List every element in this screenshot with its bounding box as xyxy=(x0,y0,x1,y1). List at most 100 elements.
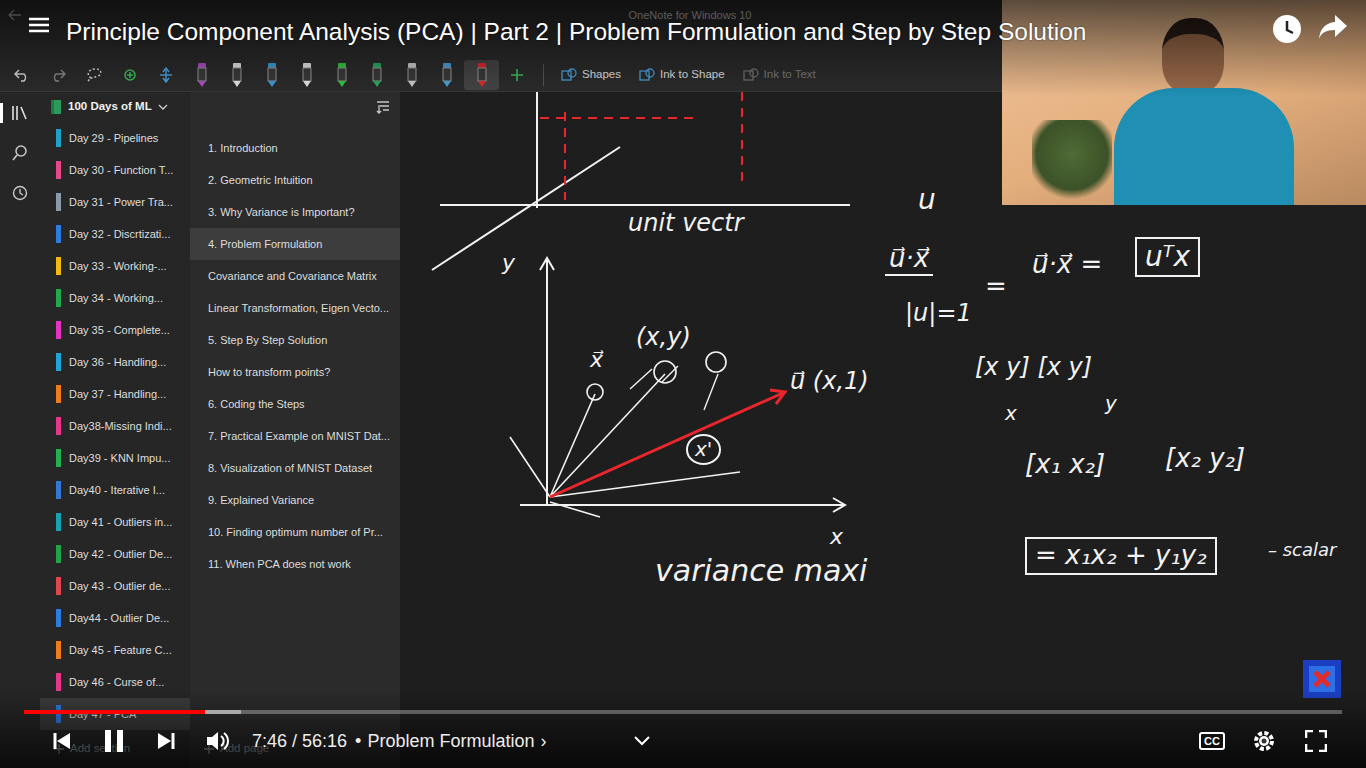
gear-icon xyxy=(1252,729,1276,753)
chapter-arrow: › xyxy=(540,728,546,755)
expand-button[interactable] xyxy=(616,722,668,760)
section-label: Day 37 - Handling... xyxy=(69,386,166,403)
section-item[interactable]: Day 37 - Handling... xyxy=(40,378,190,410)
section-item[interactable]: Day 29 - Pipelines xyxy=(40,122,190,154)
pause-icon xyxy=(103,729,125,753)
section-label: Day39 - KNN Impu... xyxy=(69,450,170,467)
play-pause-button[interactable] xyxy=(88,722,140,760)
section-label: Day 46 - Curse of... xyxy=(69,674,164,691)
section-item[interactable]: Day39 - KNN Impu... xyxy=(40,442,190,474)
ink-note: = xyxy=(985,272,1007,302)
section-item[interactable]: Day 43 - Outlier de... xyxy=(40,570,190,602)
page-item[interactable]: Linear Transformation, Eigen Vecto... xyxy=(190,292,400,324)
screen: OneNote for Windows 10 ShapesInk to Shap… xyxy=(0,0,1366,768)
page-item[interactable]: 9. Explained Variance xyxy=(190,484,400,516)
section-item[interactable]: Day 42 - Outlier De... xyxy=(40,538,190,570)
ink-note: u⃗·x⃗ xyxy=(885,244,933,276)
section-color-tab xyxy=(56,193,61,211)
ink-note: x⃗ xyxy=(590,347,603,372)
section-pane: 100 Days of ML Day 29 - PipelinesDay 30 -… xyxy=(40,92,190,768)
section-label: Day 36 - Handling... xyxy=(69,354,166,371)
section-color-tab xyxy=(56,289,61,307)
watch-later-button[interactable] xyxy=(1272,14,1302,44)
page-item[interactable]: How to transform points? xyxy=(190,356,400,388)
ink-note: u⃗ (x,1) xyxy=(790,368,869,396)
section-color-tab xyxy=(56,161,61,179)
page-item[interactable]: 3. Why Variance is Important? xyxy=(190,196,400,228)
section-item[interactable]: Day 35 - Complete... xyxy=(40,314,190,346)
section-item[interactable]: Day 41 - Outliers in... xyxy=(40,506,190,538)
page-item[interactable]: 6. Coding the Steps xyxy=(190,388,400,420)
page-item[interactable]: 5. Step By Step Solution xyxy=(190,324,400,356)
section-label: Day 43 - Outlier de... xyxy=(69,578,171,595)
section-item[interactable]: Day38-Missing Indi... xyxy=(40,410,190,442)
section-item[interactable]: Day 30 - Function T... xyxy=(40,154,190,186)
settings-button[interactable] xyxy=(1238,722,1290,760)
section-item[interactable]: Day 32 - Discrtizati... xyxy=(40,218,190,250)
chevron-down-icon xyxy=(634,736,650,746)
page-label: 3. Why Variance is Important? xyxy=(208,204,355,221)
clock-icon xyxy=(1272,14,1302,44)
video-title[interactable]: Principle Component Analysis (PCA) | Par… xyxy=(66,14,1256,51)
ink-note: x xyxy=(1005,402,1017,425)
share-button[interactable] xyxy=(1318,14,1348,40)
section-label: Day40 - Iterative I... xyxy=(69,482,165,499)
ink-note: y xyxy=(502,250,515,275)
ink-note: [x₁ x₂] xyxy=(1025,450,1105,480)
page-item[interactable]: 8. Visualization of MNIST Dataset xyxy=(190,452,400,484)
notebooks-button[interactable] xyxy=(0,100,40,126)
progress-track[interactable] xyxy=(24,710,1342,714)
section-color-tab xyxy=(56,481,61,499)
page-label: 5. Step By Step Solution xyxy=(208,332,327,349)
volume-button[interactable] xyxy=(192,722,244,760)
page-label: 1. Introduction xyxy=(208,140,278,157)
page-label: How to transform points? xyxy=(208,364,330,381)
section-color-tab xyxy=(56,225,61,243)
page-item[interactable]: 10. Finding optimum number of Pr... xyxy=(190,516,400,548)
section-item[interactable]: Day 36 - Handling... xyxy=(40,346,190,378)
recent-button[interactable] xyxy=(0,180,40,206)
progress-fill xyxy=(24,710,205,714)
notebook-name: 100 Days of ML xyxy=(68,98,152,115)
chapter-button[interactable]: •Problem Formulation› xyxy=(355,728,546,755)
section-item[interactable]: Day 33 - Working-... xyxy=(40,250,190,282)
ink-note: (x,y) xyxy=(636,324,691,352)
section-item[interactable]: Day 31 - Power Tra... xyxy=(40,186,190,218)
section-label: Day 33 - Working-... xyxy=(69,258,167,275)
section-item[interactable]: Day44 - Outlier De... xyxy=(40,602,190,634)
chapter-title: Problem Formulation xyxy=(367,728,534,755)
fullscreen-icon xyxy=(1305,730,1327,752)
search-icon xyxy=(12,145,28,161)
section-item[interactable]: Day40 - Iterative I... xyxy=(40,474,190,506)
next-button[interactable] xyxy=(140,722,192,760)
page-label: 10. Finding optimum number of Pr... xyxy=(208,524,383,541)
section-item[interactable]: Day 45 - Feature C... xyxy=(40,634,190,666)
sort-button[interactable] xyxy=(376,100,390,114)
chevron-down-icon xyxy=(158,103,168,111)
page-item[interactable]: Covariance and Covariance Matrix xyxy=(190,260,400,292)
page-item[interactable]: 2. Geometric Intuition xyxy=(190,164,400,196)
page-list: 1. Introduction 2. Geometric Intuition 3. … xyxy=(190,122,400,580)
page-item[interactable]: 4. Problem Formulation xyxy=(190,228,400,260)
page-pane-header xyxy=(190,92,400,122)
captions-button[interactable]: CC xyxy=(1186,722,1238,760)
section-label: Day 42 - Outlier De... xyxy=(69,546,172,563)
share-arrow-icon xyxy=(1318,14,1348,40)
clock-icon xyxy=(12,185,28,201)
section-item[interactable]: Day 34 - Working... xyxy=(40,282,190,314)
page-item[interactable]: 1. Introduction xyxy=(190,132,400,164)
ink-note: x' xyxy=(686,434,721,465)
fullscreen-button[interactable] xyxy=(1290,722,1342,760)
search-button[interactable] xyxy=(0,140,40,166)
ink-note: [x y] [x y] xyxy=(975,354,1092,382)
page-item[interactable]: 11. When PCA does not work xyxy=(190,548,400,580)
notebook-header[interactable]: 100 Days of ML xyxy=(40,92,190,122)
previous-button[interactable] xyxy=(36,722,88,760)
page-item[interactable]: 7. Practical Example on MNIST Dat... xyxy=(190,420,400,452)
section-color-tab xyxy=(56,257,61,275)
menu-button[interactable] xyxy=(28,14,50,36)
hamburger-icon xyxy=(28,14,50,36)
section-color-tab xyxy=(56,417,61,435)
section-color-tab xyxy=(56,449,61,467)
volume-icon xyxy=(206,730,230,752)
